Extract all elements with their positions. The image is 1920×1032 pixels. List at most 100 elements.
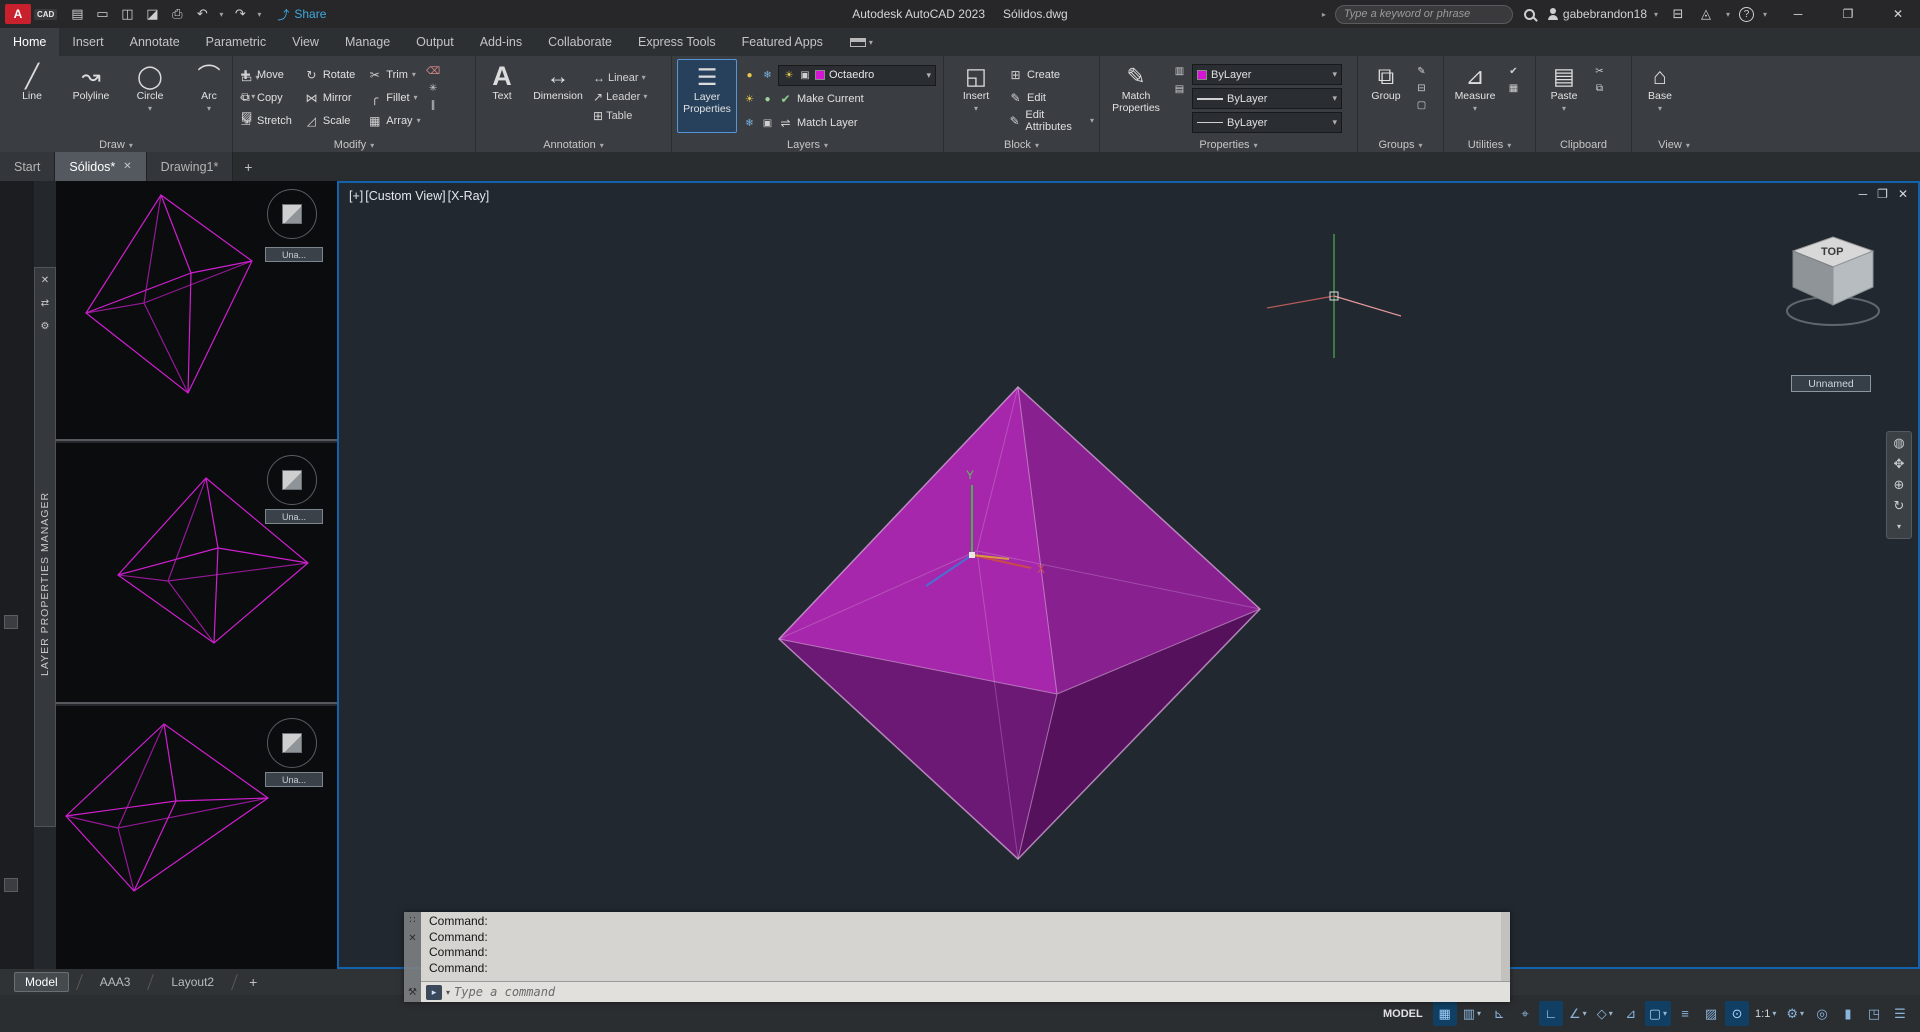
autodesk-app-caret-icon[interactable]: ▾ <box>1723 3 1733 25</box>
panel-label-clipboard[interactable]: Clipboard <box>1536 139 1631 151</box>
ortho-toggle[interactable]: ∟ <box>1539 1001 1563 1026</box>
graphics-performance-button[interactable]: ▮ <box>1836 1001 1860 1026</box>
arc-button[interactable]: ⌒ Arc ▾ <box>182 59 236 133</box>
file-tab-solidos[interactable]: Sólidos* ✕ <box>55 152 146 181</box>
table-button[interactable]: ⊞Table <box>593 109 647 123</box>
panel-label-annotation[interactable]: Annotation▾ <box>476 139 671 151</box>
file-tab-close-icon[interactable]: ✕ <box>123 161 131 172</box>
quick-select-icon[interactable]: ✔ <box>1506 64 1521 79</box>
autodesk-app-icon[interactable]: ◬ <box>1695 3 1717 25</box>
linear-button[interactable]: ↔Linear▾ <box>593 71 647 85</box>
command-history[interactable]: Command: Command: Command: Command: <box>421 912 1510 981</box>
command-input[interactable] <box>454 985 1505 999</box>
leader-button[interactable]: ↗Leader▾ <box>593 90 647 104</box>
tab-home[interactable]: Home <box>0 28 59 56</box>
mini-viewcube-icon[interactable] <box>267 189 317 239</box>
mini-viewcube-icon[interactable] <box>267 718 317 768</box>
lineweight-dropdown[interactable]: ByLayer ▾ <box>1192 88 1342 109</box>
polar-tracking-toggle[interactable]: ∠▾ <box>1565 1001 1591 1026</box>
open-file-icon[interactable]: ▭ <box>91 3 113 25</box>
pc3-monitor-icon[interactable]: ▥ <box>1172 64 1187 79</box>
account-button[interactable]: gabebrandon18 ▾ <box>1547 3 1661 25</box>
viewcube-view-label[interactable]: Una... <box>265 247 323 262</box>
help-search-box[interactable] <box>1335 5 1513 24</box>
insert-block-button[interactable]: ◱ Insert ▾ <box>949 59 1003 133</box>
viewcube-view-label[interactable]: Una... <box>265 772 323 787</box>
stretch-button[interactable]: ⇲Stretch <box>238 110 292 131</box>
quick-calc-icon[interactable]: ▦ <box>1506 81 1521 96</box>
mirror-button[interactable]: ⋈Mirror <box>304 87 355 108</box>
command-drag-grip[interactable]: ∷ <box>409 915 415 926</box>
layer-properties-button[interactable]: ☰ Layer Properties <box>677 59 737 133</box>
app-store-cart-icon[interactable]: ⊟ <box>1667 3 1689 25</box>
match-properties-button[interactable]: ✎ Match Properties <box>1105 59 1167 133</box>
layer-freeze-all-icon[interactable]: ❄ <box>742 116 757 131</box>
viewport-plus-control[interactable]: [+] <box>349 189 363 203</box>
offset-icon[interactable]: ∥ <box>426 98 441 113</box>
pan-icon[interactable]: ✥ <box>1894 457 1905 471</box>
viewport-view-control[interactable]: [Custom View] <box>365 189 445 203</box>
rotate-button[interactable]: ↻Rotate <box>304 64 355 85</box>
erase-icon[interactable]: ⌫ <box>426 64 441 79</box>
status-customization-button[interactable]: ☰ <box>1888 1001 1912 1026</box>
paste-button[interactable]: ▤ Paste ▾ <box>1541 59 1587 133</box>
copy-clip-icon[interactable]: ⧉ <box>1592 81 1607 96</box>
navbar-more-icon[interactable]: ▾ <box>1897 520 1901 534</box>
group-selection-icon[interactable]: ▢ <box>1414 98 1429 113</box>
tab-collaborate[interactable]: Collaborate <box>535 28 625 56</box>
panel-label-utilities[interactable]: Utilities▾ <box>1444 139 1535 151</box>
clean-screen-button[interactable]: ◳ <box>1862 1001 1886 1026</box>
copy-button[interactable]: ⧉Copy <box>238 87 292 108</box>
fillet-button[interactable]: ╭Fillet▾ <box>367 87 420 108</box>
isometric-drafting-toggle[interactable]: ◇▾ <box>1593 1001 1617 1026</box>
object-color-dropdown[interactable]: ByLayer ▾ <box>1192 64 1342 85</box>
search-expand-icon[interactable]: ▸ <box>1319 3 1329 25</box>
window-minimize-button[interactable]: ─ <box>1776 0 1820 28</box>
tab-express-tools[interactable]: Express Tools <box>625 28 729 56</box>
tab-insert[interactable]: Insert <box>59 28 116 56</box>
steering-wheel-icon[interactable]: ◍ <box>1893 436 1904 450</box>
make-current-button[interactable]: ✔ Make Current <box>778 89 864 110</box>
command-close-icon[interactable]: ✕ <box>408 933 416 944</box>
viewport-visual-style-control[interactable]: [X-Ray] <box>448 189 490 203</box>
dimension-button[interactable]: ↔ Dimension <box>528 59 588 133</box>
layout-tab-layout2[interactable]: Layout2 <box>161 973 224 991</box>
help-search-input[interactable] <box>1344 8 1504 20</box>
new-layout-button[interactable]: + <box>245 974 261 990</box>
command-recent-caret-icon[interactable]: ▾ <box>446 988 450 997</box>
drawing-close-icon[interactable]: ✕ <box>1898 187 1908 201</box>
viewport-preview-1[interactable]: Una... <box>56 181 337 441</box>
workspace-switching-button[interactable]: ⚙▾ <box>1782 1001 1808 1026</box>
command-chip-icon[interactable]: ▸ <box>426 985 442 1000</box>
layer-freeze-icon[interactable]: ❄ <box>760 68 775 83</box>
layout-tab-aaa3[interactable]: AAA3 <box>90 973 141 991</box>
tab-parametric[interactable]: Parametric <box>193 28 279 56</box>
model-viewport[interactable]: [+] [Custom View] [X-Ray] ─ ❐ ✕ <box>337 181 1920 969</box>
tab-output[interactable]: Output <box>403 28 467 56</box>
object-snap-tracking-toggle[interactable]: ⊿ <box>1619 1001 1643 1026</box>
scale-button[interactable]: ◿Scale <box>304 110 355 131</box>
viewcube-top-label[interactable]: TOP <box>1821 246 1843 258</box>
layer-isolate-icon[interactable]: ☀ <box>742 92 757 107</box>
object-snap-toggle[interactable]: ▢▾ <box>1645 1001 1671 1026</box>
annotation-scale-button[interactable]: 1:1▾ <box>1751 1001 1780 1026</box>
tab-add-ins[interactable]: Add-ins <box>467 28 535 56</box>
match-layer-button[interactable]: ⇌ Match Layer <box>778 113 858 134</box>
undo-caret-icon[interactable]: ▾ <box>216 3 226 25</box>
model-space-toggle[interactable]: MODEL <box>1383 1008 1423 1020</box>
drawing-minimize-icon[interactable]: ─ <box>1859 187 1868 201</box>
redo-icon[interactable]: ↷ <box>229 3 251 25</box>
zoom-icon[interactable]: ⊕ <box>1894 478 1905 492</box>
new-drawing-tab-button[interactable]: + <box>233 152 263 181</box>
measure-button[interactable]: ⊿ Measure ▾ <box>1449 59 1501 133</box>
ribbon-display-toggle[interactable]: ▾ <box>844 28 879 56</box>
layer-unisolate-icon[interactable]: ● <box>760 92 775 107</box>
panel-label-modify[interactable]: Modify▾ <box>233 139 475 151</box>
grid-toggle[interactable]: ▦ <box>1433 1001 1457 1026</box>
share-button[interactable]: ⤴ Share <box>277 6 326 23</box>
command-scrollbar[interactable] <box>1501 912 1510 981</box>
viewport-preview-2[interactable]: Una... <box>56 443 337 704</box>
new-file-icon[interactable]: ▤ <box>66 3 88 25</box>
drawing-restore-icon[interactable]: ❐ <box>1877 187 1888 201</box>
trim-button[interactable]: ✂Trim▾ <box>367 64 420 85</box>
